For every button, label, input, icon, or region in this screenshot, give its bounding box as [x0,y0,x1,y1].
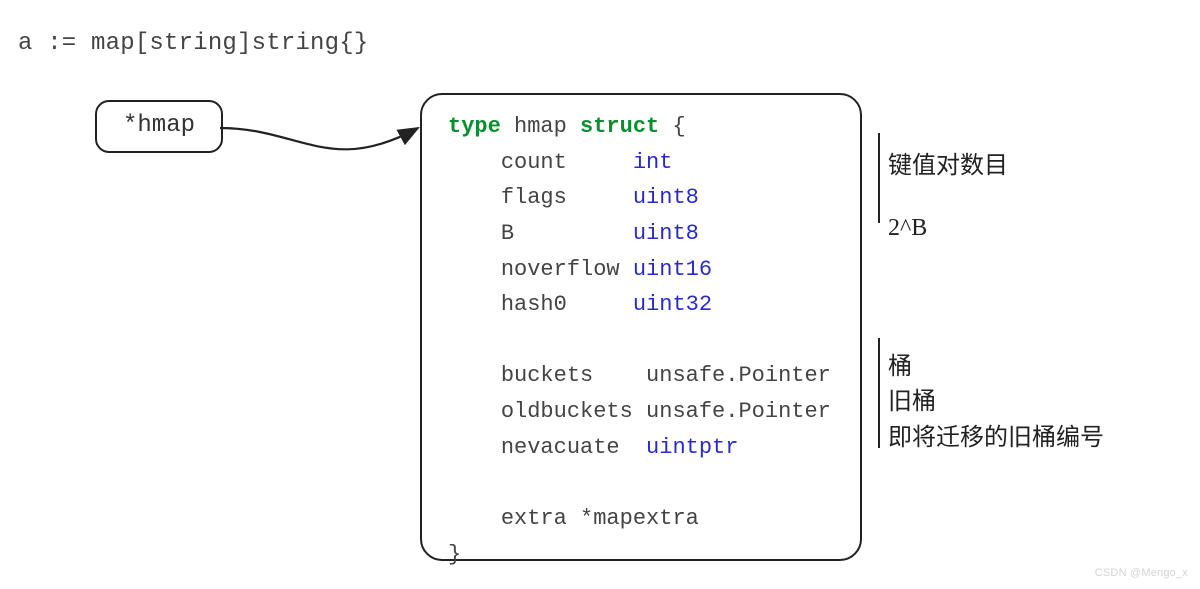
field-flags-name: flags [501,185,567,210]
hmap-struct-box: type hmap struct { count int flags uint8… [420,93,862,561]
field-oldbuckets-type: unsafe.Pointer [646,399,831,424]
annotation-nevacuate: 即将迁移的旧桶编号 [888,417,1104,452]
annotation-bar-2 [878,338,880,448]
field-count-type: int [633,150,673,175]
hmap-pointer-box: *hmap [95,100,223,153]
field-count-name: count [501,150,567,175]
field-nevacuate-type: uintptr [646,435,738,460]
struct-name: hmap [514,114,567,139]
watermark: CSDN @Mengo_x [1095,567,1188,579]
field-oldbuckets-name: oldbuckets [501,399,633,424]
field-B-name: B [501,221,514,246]
annotation-buckets: 桶 [888,346,912,381]
field-buckets-type: unsafe.Pointer [646,363,831,388]
hmap-struct-code: type hmap struct { count int flags uint8… [422,109,860,572]
field-nevacuate-name: nevacuate [501,435,620,460]
field-B-type: uint8 [633,221,699,246]
annotation-oldbuckets: 旧桶 [888,381,936,416]
annotation-bar-1 [878,133,880,223]
hmap-pointer-label: *hmap [123,112,195,139]
field-hash0-type: uint32 [633,292,712,317]
annotation-count: 键值对数目 [888,145,1008,180]
field-extra-name: extra [501,506,567,531]
brace-open: { [672,114,685,139]
brace-close: } [448,542,461,567]
struct-keyword: struct [580,114,659,139]
field-hash0-name: hash0 [501,292,567,317]
field-noverflow-type: uint16 [633,257,712,282]
annotation-B: 2^B [888,215,927,242]
type-keyword: type [448,114,501,139]
field-extra-type: *mapextra [580,506,699,531]
field-flags-type: uint8 [633,185,699,210]
field-noverflow-name: noverflow [501,257,620,282]
field-buckets-name: buckets [501,363,593,388]
map-declaration: a := map[string]string{} [18,30,368,57]
